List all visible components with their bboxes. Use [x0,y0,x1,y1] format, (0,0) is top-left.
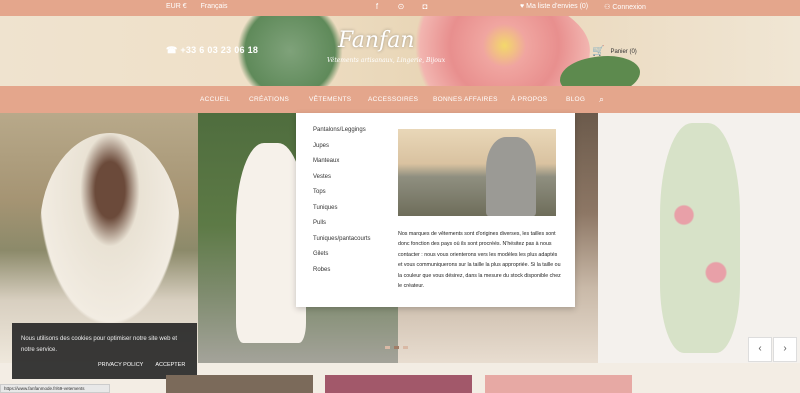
status-bar-url: https://www.fanfanmode.fr/69-vetements [0,384,110,393]
chevron-left-icon[interactable]: ‹ [748,337,772,362]
dropdown-item[interactable]: Pantalons/Leggings [313,127,370,143]
cart-label: Panier (0) [610,48,637,55]
dropdown-item[interactable]: Tuniques [313,205,370,221]
language-selector[interactable]: Français [201,3,228,10]
slider-dot[interactable] [385,346,390,349]
instagram-icon[interactable]: ◘ [420,2,430,12]
hero-photo-4 [598,113,800,363]
nav-accessoires[interactable]: ACCESSOIRES [368,96,418,103]
phone-text: +33 6 03 23 06 18 [180,45,259,55]
dropdown-item[interactable]: Vestes [313,174,370,190]
nav-vetements[interactable]: VÊTEMENTS [309,96,351,103]
dropdown-item[interactable]: Manteaux [313,158,370,174]
main-nav: ACCUEIL CRÉATIONS VÊTEMENTS ACCESSOIRES … [0,86,800,113]
dropdown-description: Nos marques de vêtements sont d'origines… [398,231,561,290]
dropdown-item[interactable]: Tops [313,189,370,205]
slider-dot[interactable] [403,346,408,349]
slider-dots [385,346,408,349]
search-icon[interactable]: ⌕ [599,94,604,105]
cookie-banner: Nous utilisons des cookies pour optimise… [12,323,197,379]
dropdown-item[interactable]: Pulls [313,220,370,236]
dropdown-item[interactable]: Tuniques/pantacourts [313,236,370,252]
dropdown-photo [398,129,556,216]
pinterest-icon[interactable]: ⊙ [396,2,406,12]
dropdown-item[interactable]: Jupes [313,143,370,159]
login-label: Connexion [612,4,646,11]
nav-accueil[interactable]: ACCUEIL [200,96,230,103]
facebook-icon[interactable]: f [372,2,382,12]
cookie-message: Nous utilisons des cookies pour optimise… [21,336,178,353]
wishlist-link[interactable]: ♥ Ma liste d'envies (0) [520,3,588,11]
privacy-policy-link[interactable]: PRIVACY POLICY [98,362,143,368]
chevron-right-icon[interactable]: › [773,337,797,362]
dropdown-item[interactable]: Robes [313,267,370,283]
dropdown-item[interactable]: Gilets [313,251,370,267]
cookie-accept-button[interactable]: ACCEPTER [155,362,185,368]
wishlist-label: Ma liste d'envies (0) [526,3,589,10]
phone-number[interactable]: ☎ +33 6 03 23 06 18 [166,45,258,56]
hero-person-1 [40,133,180,323]
login-link[interactable]: ⚇ Connexion [604,3,646,11]
nav-creations[interactable]: CRÉATIONS [249,96,289,103]
vetements-dropdown: Pantalons/Leggings Jupes Manteaux Vestes… [296,113,575,307]
category-thumb[interactable] [485,375,632,393]
nav-blog[interactable]: BLOG [566,96,585,103]
site-tagline: Vêtements artisanaux, Lingerie, Bijoux [327,57,446,64]
hero-person-4 [660,123,740,353]
site-logo[interactable]: Fanfan [338,28,414,53]
dropdown-category-list: Pantalons/Leggings Jupes Manteaux Vestes… [313,127,370,282]
cart-button[interactable]: 🛒 Panier (0) [592,46,637,57]
slider-dot[interactable] [394,346,399,349]
currency-selector[interactable]: EUR € [166,3,187,10]
dropdown-photo-people [486,137,536,216]
nav-bonnes-affaires[interactable]: BONNES AFFAIRES [433,96,498,103]
nav-a-propos[interactable]: À PROPOS [511,96,547,103]
top-bar: EUR € Français f ⊙ ◘ ♥ Ma liste d'envies… [0,0,800,16]
category-thumb[interactable] [166,375,313,393]
site-header: ☎ +33 6 03 23 06 18 Fanfan Vêtements art… [0,16,800,86]
cart-icon: 🛒 [592,46,605,57]
category-thumb[interactable] [325,375,472,393]
